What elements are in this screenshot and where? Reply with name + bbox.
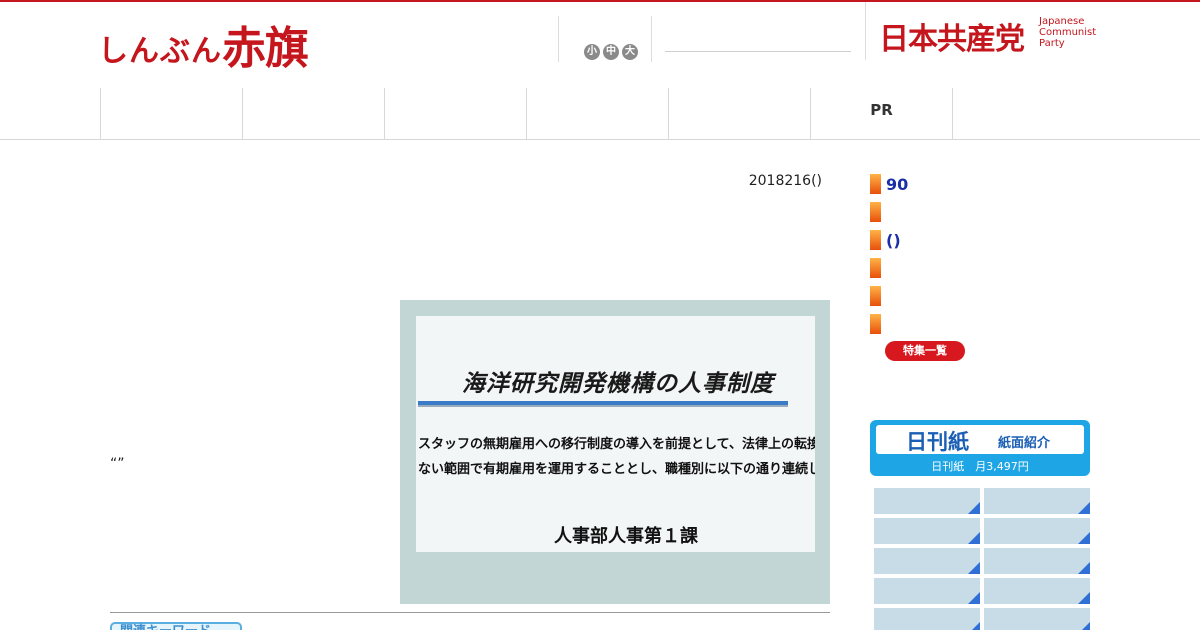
- banner-tile[interactable]: [874, 488, 980, 514]
- header-divider: [865, 2, 866, 60]
- orange-bar-icon: [870, 314, 881, 334]
- banner-tile[interactable]: [984, 518, 1090, 544]
- site-header: しんぶん赤旗 小 中 大 日本共産党 Japanese Communist Pa…: [0, 2, 1200, 88]
- nav-item-4[interactable]: [526, 88, 668, 139]
- document-body: スタッフの無期雇用への移行制度の導入を前提として、法律上の転換権を発生させ ない…: [418, 432, 815, 482]
- nikkan-subtitle: 紙面紹介: [998, 436, 1051, 451]
- nikkan-price: 日刊紙 月3,497円: [931, 460, 1029, 473]
- logo-small-text: しんぶん: [98, 34, 222, 69]
- banner-tile[interactable]: [874, 608, 980, 630]
- banner-tile[interactable]: [874, 578, 980, 604]
- banner-tile[interactable]: [984, 608, 1090, 630]
- font-size-small-button[interactable]: 小: [584, 44, 600, 60]
- logo-big-text: 赤旗: [222, 23, 309, 74]
- orange-bar-icon: [870, 230, 881, 250]
- jcp-logo-kanji: 日本共産党: [879, 22, 1025, 57]
- feature-link[interactable]: 90: [870, 170, 908, 198]
- related-keywords-button[interactable]: 関連キーワード: [110, 622, 242, 630]
- nikkan-banner[interactable]: 日刊紙 紙面紹介 日刊紙 月3,497円: [870, 420, 1090, 476]
- orange-bar-icon: [870, 286, 881, 306]
- feature-link[interactable]: [870, 282, 908, 310]
- search-input[interactable]: [665, 51, 851, 52]
- feature-label: (): [886, 230, 901, 250]
- article-quote: “”: [110, 456, 125, 472]
- feature-link[interactable]: [870, 310, 908, 338]
- nav-item-pr[interactable]: PR: [810, 88, 952, 139]
- jcp-logo-english: Japanese Communist Party: [1039, 16, 1097, 49]
- font-size-medium-button[interactable]: 中: [603, 44, 619, 60]
- banner-grid: [874, 488, 1090, 630]
- orange-bar-icon: [870, 202, 881, 222]
- header-divider: [558, 16, 559, 62]
- document-department: 人事部人事第１課: [554, 526, 698, 547]
- header-divider: [651, 16, 652, 62]
- banner-tile[interactable]: [984, 548, 1090, 574]
- font-size-large-button[interactable]: 大: [622, 44, 638, 60]
- feature-list: 90 (): [870, 170, 908, 338]
- article-divider: [110, 612, 830, 613]
- banner-tile[interactable]: [874, 518, 980, 544]
- banner-tile[interactable]: [984, 488, 1090, 514]
- feature-link[interactable]: (): [870, 226, 908, 254]
- banner-tile[interactable]: [874, 548, 980, 574]
- nikkan-title: 日刊紙: [906, 430, 969, 454]
- nav-item-7[interactable]: [952, 88, 1094, 139]
- feature-link[interactable]: [870, 254, 908, 282]
- document-line: スタッフの無期雇用への移行制度の導入を前提として、法律上の転換権を発生させ: [418, 437, 815, 452]
- orange-bar-icon: [870, 174, 881, 194]
- feature-list-button[interactable]: 特集一覧: [885, 341, 965, 361]
- main-nav: PR: [0, 88, 1200, 140]
- document-line: ない範囲で有期雇用を運用することとし、職種別に以下の通り連続した雇用を制限し: [418, 462, 815, 477]
- nav-item-3[interactable]: [384, 88, 526, 139]
- font-size-switcher: 小 中 大: [584, 44, 638, 60]
- orange-bar-icon: [870, 258, 881, 278]
- article-photo: 海洋研究開発機構の人事制度 スタッフの無期雇用への移行制度の導入を前提として、法…: [400, 300, 830, 604]
- banner-tile[interactable]: [984, 578, 1090, 604]
- nav-item-5[interactable]: [668, 88, 810, 139]
- nav-item-2[interactable]: [242, 88, 384, 139]
- document-title: 海洋研究開発機構の人事制度: [462, 371, 774, 397]
- photo-document: 海洋研究開発機構の人事制度 スタッフの無期雇用への移行制度の導入を前提として、法…: [416, 316, 815, 552]
- nav-item-1[interactable]: [100, 88, 242, 139]
- feature-label: 90: [886, 174, 909, 194]
- feature-link[interactable]: [870, 198, 908, 226]
- nikkan-banner-inner: 日刊紙 紙面紹介: [876, 425, 1084, 454]
- jcp-logo[interactable]: 日本共産党 Japanese Communist Party: [879, 14, 1096, 58]
- site-logo[interactable]: しんぶん赤旗: [98, 12, 309, 76]
- document-rule: [418, 401, 788, 405]
- article-date: 2018216(): [748, 173, 822, 189]
